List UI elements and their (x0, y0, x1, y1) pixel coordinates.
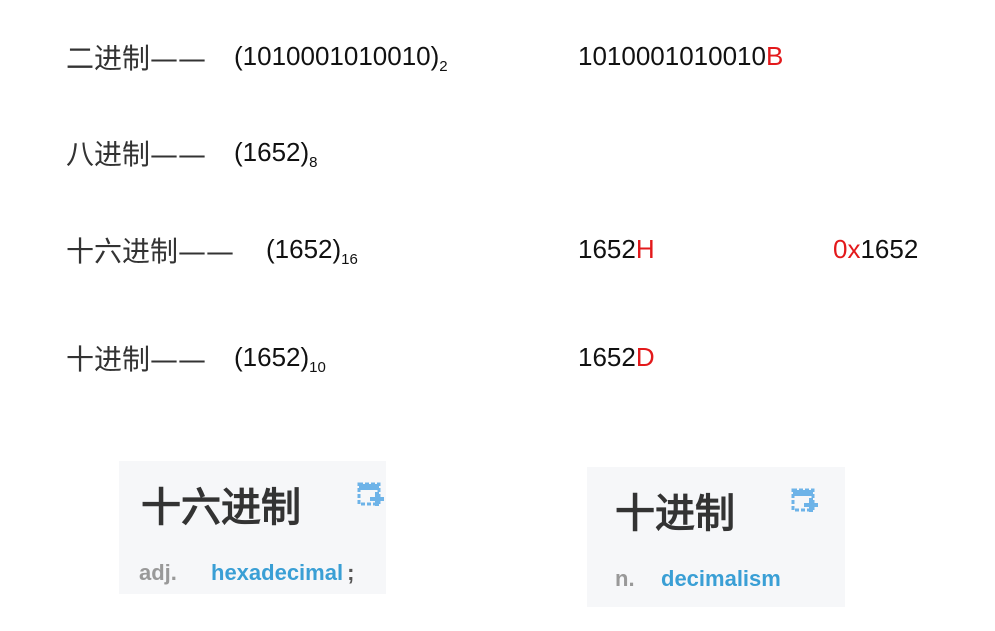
hex-prefix: 0x (833, 234, 861, 264)
dict-card-hexadecimal: 十六进制 adj. hexadecimal; (119, 461, 386, 594)
decimal-suffix-letter: D (635, 342, 655, 372)
octal-label: 八进制—— (66, 138, 207, 171)
hex-value: (1652)16 (266, 234, 358, 268)
binary-label: 二进制—— (66, 42, 207, 75)
hex-prefix-number: 1652 (860, 234, 919, 264)
dict-translation[interactable]: hexadecimal; (211, 560, 354, 586)
dict-translation-text[interactable]: hexadecimal (211, 560, 343, 585)
dict-part-of-speech: n. (615, 566, 635, 591)
hex-suffix-number: 1652 (578, 234, 636, 264)
binary-value: (1010001010010)2 (234, 41, 448, 75)
add-to-wordbook-icon[interactable] (357, 481, 385, 509)
decimal-value: (1652)10 (234, 342, 326, 376)
dict-separator: ; (347, 560, 355, 585)
decimal-suffix-number: 1652 (578, 342, 636, 372)
dict-card-decimalism: 十进制 n. decimalism (587, 467, 845, 607)
hex-label: 十六进制—— (66, 235, 235, 268)
hex-prefix-notation: 0x1652 (833, 234, 918, 265)
octal-base: 8 (309, 154, 318, 171)
decimal-label: 十进制—— (66, 343, 207, 376)
octal-value-main: (1652) (234, 137, 310, 167)
binary-suffix-number: 1010001010010 (578, 41, 766, 71)
binary-suffix-letter: B (765, 41, 784, 71)
dict-part-of-speech: adj. (139, 560, 177, 585)
add-to-wordbook-icon[interactable] (791, 487, 819, 515)
dict-word: 十六进制 (141, 485, 301, 531)
dict-word: 十进制 (615, 491, 735, 537)
hex-value-main: (1652) (266, 234, 342, 264)
octal-value: (1652)8 (234, 137, 318, 171)
hex-base: 16 (341, 251, 358, 268)
hex-suffix-notation: 1652H (578, 234, 655, 265)
binary-value-main: (1010001010010) (234, 41, 440, 71)
binary-suffix-notation: 1010001010010B (578, 41, 783, 72)
decimal-base: 10 (309, 359, 326, 376)
decimal-value-main: (1652) (234, 342, 310, 372)
binary-base: 2 (439, 58, 448, 75)
hex-suffix-letter: H (635, 234, 655, 264)
dict-translation[interactable]: decimalism (661, 566, 781, 592)
decimal-suffix-notation: 1652D (578, 342, 655, 373)
